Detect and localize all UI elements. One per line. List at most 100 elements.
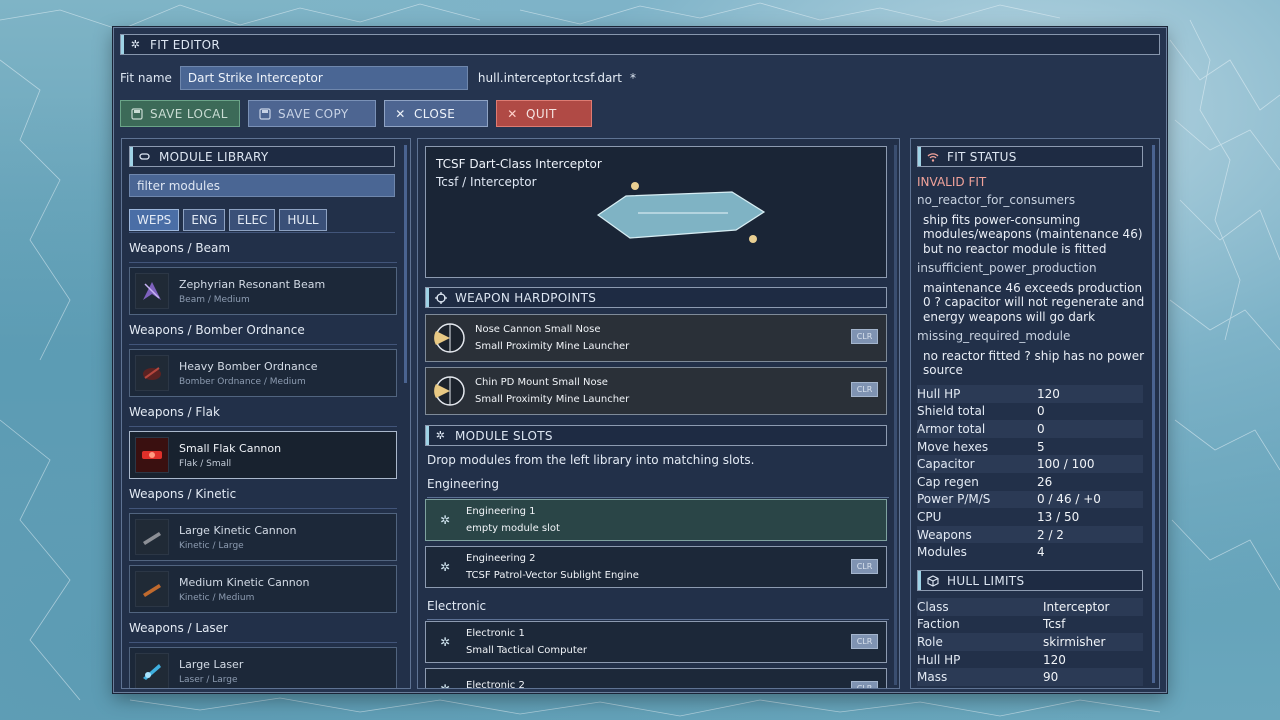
module-slots-title: MODULE SLOTS bbox=[455, 428, 553, 443]
fit-validity: INVALID FIT bbox=[917, 175, 987, 189]
slot-name: Electronic 2 bbox=[466, 679, 525, 689]
stat-value: 5 bbox=[1037, 439, 1045, 454]
library-scrollbar[interactable] bbox=[404, 145, 407, 383]
stat-value: 0 / 46 / +0 bbox=[1037, 492, 1101, 507]
module-name: Medium Kinetic Cannon bbox=[179, 575, 310, 589]
library-item[interactable]: Medium Kinetic Cannon Kinetic / Medium bbox=[129, 565, 397, 613]
module-name: Zephyrian Resonant Beam bbox=[179, 277, 326, 291]
fit-editor-window: ✲ FIT EDITOR Fit name hull.interceptor.t… bbox=[113, 27, 1167, 693]
crosshair-icon bbox=[434, 291, 447, 304]
clear-slot-button[interactable]: CLR bbox=[851, 559, 878, 574]
module-slot[interactable]: ✲ Engineering 2 TCSF Patrol-Vector Subli… bbox=[425, 546, 887, 588]
module-slot[interactable]: ✲ Electronic 2 CLR bbox=[425, 668, 887, 689]
stat-label: Cap regen bbox=[917, 474, 979, 489]
save-copy-button[interactable]: SAVE COPY bbox=[248, 100, 376, 127]
limit-label: Faction bbox=[917, 617, 960, 632]
quit-label: QUIT bbox=[526, 106, 557, 121]
clear-hardpoint-button[interactable]: CLR bbox=[851, 329, 878, 344]
hardpoint-arc-icon bbox=[434, 323, 465, 353]
slot-icon: ✲ bbox=[440, 560, 451, 574]
slot-name: Engineering 2 bbox=[466, 553, 536, 564]
snowflake-icon: ✲ bbox=[435, 429, 446, 442]
unsaved-marker: * bbox=[629, 71, 636, 85]
stat-value: 0 bbox=[1037, 404, 1045, 419]
fit-name-input[interactable] bbox=[179, 66, 468, 90]
library-item[interactable]: Large Kinetic Cannon Kinetic / Large bbox=[129, 513, 397, 561]
slot-icon: ✲ bbox=[440, 635, 451, 649]
clear-slot-button[interactable]: CLR bbox=[851, 681, 878, 688]
limit-row: Mass 90 bbox=[917, 668, 1143, 686]
save-icon bbox=[130, 107, 143, 120]
issue-code: no_reactor_for_consumers bbox=[917, 193, 1076, 207]
weapon-hardpoints-title: WEAPON HARDPOINTS bbox=[455, 290, 597, 305]
hardpoint-title: Nose Cannon Small Nose bbox=[475, 324, 601, 335]
stat-label: Power P/M/S bbox=[917, 492, 991, 507]
limit-value: 120 bbox=[1043, 652, 1066, 667]
module-thumbnail bbox=[135, 273, 169, 309]
category-tabs: WEPS ENG ELEC HULL bbox=[129, 209, 327, 231]
module-type: Beam / Medium bbox=[179, 294, 250, 305]
hardpoint-slot[interactable]: Chin PD Mount Small Nose Small Proximity… bbox=[425, 367, 887, 415]
module-slot[interactable]: ✲ Electronic 1 Small Tactical Computer C… bbox=[425, 621, 887, 663]
module-name: Heavy Bomber Ordnance bbox=[179, 359, 318, 373]
library-item[interactable]: Large Laser Laser / Large bbox=[129, 647, 397, 688]
save-copy-label: SAVE COPY bbox=[278, 106, 349, 121]
module-name: Large Kinetic Cannon bbox=[179, 523, 297, 537]
tab-elec[interactable]: ELEC bbox=[229, 209, 276, 231]
library-item[interactable]: Heavy Bomber Ordnance Bomber Ordnance / … bbox=[129, 349, 397, 397]
stat-row: Cap regen 26 bbox=[917, 473, 1143, 491]
library-item[interactable]: Zephyrian Resonant Beam Beam / Medium bbox=[129, 267, 397, 315]
stat-row: CPU 13 / 50 bbox=[917, 508, 1143, 526]
module-thumbnail bbox=[135, 437, 169, 473]
limit-value: skirmisher bbox=[1043, 634, 1106, 649]
hardpoint-weapon: Small Proximity Mine Launcher bbox=[475, 341, 630, 352]
fit-filename: hull.interceptor.tcsf.dart bbox=[477, 71, 622, 85]
clear-hardpoint-button[interactable]: CLR bbox=[851, 382, 878, 397]
stat-value: 120 bbox=[1037, 386, 1060, 401]
stat-row: Armor total 0 bbox=[917, 420, 1143, 438]
module-name: Large Laser bbox=[179, 657, 244, 671]
stat-label: Modules bbox=[917, 545, 967, 560]
limit-label: Class bbox=[917, 599, 949, 614]
hardpoint-arc-icon bbox=[434, 376, 465, 406]
module-library-panel: MODULE LIBRARY filter modules WEPS ENG E… bbox=[121, 138, 411, 689]
stat-label: Capacitor bbox=[917, 457, 975, 472]
slots-scrollbar[interactable] bbox=[894, 145, 897, 685]
clear-slot-button[interactable]: CLR bbox=[851, 634, 878, 649]
issue-description: no reactor fitted ? ship has no power so… bbox=[923, 348, 1145, 378]
tab-hull[interactable]: HULL bbox=[279, 209, 327, 231]
hull-limits-header: HULL LIMITS bbox=[917, 570, 1143, 591]
limit-row: Class Interceptor bbox=[917, 598, 1143, 616]
module-library-list: Weapons / Beam Zephyrian Resonant Beam B… bbox=[129, 233, 397, 688]
library-item-selected[interactable]: Small Flak Cannon Flak / Small bbox=[129, 431, 397, 479]
quit-icon: ✕ bbox=[507, 106, 518, 121]
limit-value: 90 bbox=[1043, 670, 1059, 685]
module-slot-empty[interactable]: ✲ Engineering 1 empty module slot bbox=[425, 499, 887, 541]
hull-limits-table: Class Interceptor Faction Tcsf Role skirmis… bbox=[917, 598, 1143, 686]
library-group-laser: Weapons / Laser bbox=[129, 621, 397, 643]
quit-button[interactable]: ✕ QUIT bbox=[496, 100, 592, 127]
issue-description: ship fits power-consuming modules/weapon… bbox=[923, 212, 1143, 256]
tab-weps[interactable]: WEPS bbox=[129, 209, 180, 231]
fit-status-header: FIT STATUS bbox=[917, 146, 1143, 167]
stat-value: 26 bbox=[1037, 474, 1053, 489]
save-copy-icon bbox=[258, 107, 271, 120]
slot-icon: ✲ bbox=[440, 682, 451, 689]
module-library-title: MODULE LIBRARY bbox=[159, 149, 269, 164]
issue-code: insufficient_power_production bbox=[917, 261, 1097, 275]
module-name: Small Flak Cannon bbox=[179, 441, 282, 455]
fit-name-label: Fit name bbox=[120, 71, 172, 85]
stat-label: Hull HP bbox=[917, 386, 961, 401]
close-button[interactable]: ✕ CLOSE bbox=[384, 100, 488, 127]
module-type: Kinetic / Medium bbox=[179, 592, 255, 603]
tab-eng[interactable]: ENG bbox=[183, 209, 226, 231]
status-scrollbar[interactable] bbox=[1152, 145, 1155, 683]
stat-row: Move hexes 5 bbox=[917, 438, 1143, 456]
save-local-button[interactable]: SAVE LOCAL bbox=[120, 100, 240, 127]
hardpoint-slot[interactable]: Nose Cannon Small Nose Small Proximity M… bbox=[425, 314, 887, 362]
stat-row: Weapons 2 / 2 bbox=[917, 525, 1143, 544]
module-thumbnail bbox=[135, 653, 169, 688]
cube-icon bbox=[926, 574, 939, 587]
module-filter-input[interactable]: filter modules bbox=[129, 174, 395, 197]
module-filter-placeholder: filter modules bbox=[137, 178, 220, 193]
